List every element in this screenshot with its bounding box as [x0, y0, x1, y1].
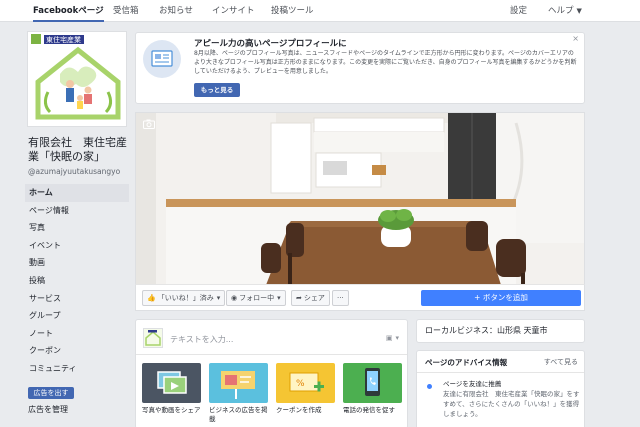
chevron-down-icon: ▾ — [395, 334, 399, 342]
tab-inbox[interactable]: 受信箱 — [113, 0, 139, 22]
billboard-icon — [209, 363, 268, 403]
post-composer: テキストを入力... ▣ ▾ 写真や動画をシェア ビジネスの広告を掲載 % クーポ… — [135, 319, 408, 427]
help-label: ヘルプ — [548, 6, 574, 16]
tile-label: 写真や動画をシェア — [142, 406, 201, 414]
see-more-button[interactable]: もっと見る — [194, 83, 240, 97]
cover-photo[interactable] — [135, 112, 585, 284]
page-avatar — [143, 328, 163, 348]
like-button[interactable]: 👍 「いいね！」済み ▾ — [142, 290, 226, 306]
tab-facebook-page[interactable]: Facebookページ — [33, 0, 104, 22]
tile-label: 電話の発信を促す — [343, 406, 395, 414]
house-logo-illustration: 東住宅産業 — [28, 32, 126, 126]
call-now-tile[interactable]: 電話の発信を促す — [343, 363, 402, 415]
sidebar-item-videos[interactable]: 動画 — [25, 254, 129, 272]
kitchen-cover-image — [136, 113, 584, 284]
sidebar-item-services[interactable]: サービス — [25, 290, 129, 308]
banner-title: アピール力の高いページプロフィールに — [194, 39, 347, 49]
sidebar-item-coupons[interactable]: クーポン — [25, 342, 129, 360]
tip-title: ページを友達に推薦 — [443, 380, 502, 388]
divider — [136, 354, 407, 355]
profile-update-banner: アピール力の高いページプロフィールに 8月以降、ページのプロフィール写真は、ニュ… — [135, 32, 585, 104]
more-options-button[interactable]: ··· — [332, 290, 349, 306]
manage-ads-link[interactable]: 広告を管理 — [28, 404, 68, 415]
page-icon: ▣ — [385, 334, 393, 342]
logo-text: 東住宅産業 — [46, 35, 81, 44]
sidebar-item-about[interactable]: ページ情報 — [25, 202, 129, 220]
divider — [417, 372, 584, 373]
tips-title: ページのアドバイス情報 — [425, 358, 508, 367]
sidebar-navigation: ホーム ページ情報 写真 イベント 動画 投稿 サービス グループ ノート クー… — [25, 184, 129, 378]
page-handle[interactable]: @azumajyuutakusangyo — [28, 167, 120, 176]
share-button[interactable]: ➦ シェア — [291, 290, 330, 306]
share-photo-video-tile[interactable]: 写真や動画をシェア — [142, 363, 201, 415]
chevron-down-icon: ▾ — [216, 294, 221, 302]
tab-insights[interactable]: インサイト — [212, 0, 255, 22]
sidebar-item-events[interactable]: イベント — [25, 237, 129, 255]
follow-button[interactable]: ◉ フォロー中 ▾ — [226, 290, 286, 306]
sidebar-item-groups[interactable]: グループ — [25, 307, 129, 325]
page-name[interactable]: 有限会社 東住宅産業「快眠の家」 — [28, 136, 132, 164]
local-business-info[interactable]: ローカルビジネス：山形県 天童市 — [416, 319, 585, 343]
chevron-down-icon: ▼ — [576, 7, 582, 15]
tip-bullet-icon — [427, 384, 432, 389]
sidebar-item-notes[interactable]: ノート — [25, 325, 129, 343]
thumbs-up-icon: 👍 — [147, 294, 156, 302]
share-icon: ➦ — [296, 294, 302, 302]
close-icon[interactable]: × — [572, 34, 579, 43]
follow-label: フォロー中 — [239, 294, 275, 302]
svg-text:%: % — [296, 379, 305, 389]
help-menu[interactable]: ヘルプ ▼ — [548, 0, 582, 22]
tip-invite-friends[interactable]: ページを友達に推薦 友達に有限会社 東住宅産業「快眠の家」をすすめて、さらにたく… — [443, 379, 581, 419]
page-action-bar: 👍 「いいね！」済み ▾ ◉ フォロー中 ▾ ➦ シェア ··· + ボタンを追加 — [135, 284, 585, 311]
coupon-icon: % — [276, 363, 335, 403]
add-button[interactable]: + ボタンを追加 — [421, 290, 581, 306]
chevron-down-icon: ▾ — [277, 294, 281, 302]
composer-input[interactable]: テキストを入力... — [170, 334, 233, 345]
audience-selector[interactable]: ▣ ▾ — [386, 334, 399, 342]
share-label: シェア — [303, 294, 325, 302]
tip-body: 友達に有限会社 東住宅産業「快眠の家」をすすめて、さらにたくさんの「いいね！」を… — [443, 390, 580, 418]
top-navigation: Facebookページ 受信箱 お知らせ インサイト 投稿ツール 設定 ヘルプ ▼ — [0, 0, 640, 22]
camera-icon[interactable] — [143, 119, 155, 131]
sidebar-item-community[interactable]: コミュニティ — [25, 360, 129, 378]
sidebar-item-photos[interactable]: 写真 — [25, 219, 129, 237]
tab-publishing-tools[interactable]: 投稿ツール — [271, 0, 314, 22]
photo-video-icon — [142, 363, 201, 403]
profile-preview-icon — [143, 40, 181, 78]
tile-label: クーポンを作成 — [276, 406, 322, 414]
phone-icon — [343, 363, 402, 403]
profile-picture[interactable]: 東住宅産業 — [27, 31, 127, 127]
tile-label: ビジネスの広告を掲載 — [209, 406, 268, 423]
tab-settings[interactable]: 設定 — [510, 0, 527, 22]
sidebar-item-home[interactable]: ホーム — [25, 184, 129, 202]
like-label: 「いいね！」済み — [157, 294, 214, 302]
tab-notifications[interactable]: お知らせ — [159, 0, 193, 22]
see-all-link[interactable]: すべて見る — [544, 357, 578, 367]
promote-button[interactable]: 広告を出す — [28, 387, 74, 399]
rss-icon: ◉ — [231, 294, 238, 302]
banner-body: 8月以降、ページのプロフィール写真は、ニュースフィードやページのタイムラインで正… — [194, 50, 577, 75]
promote-business-tile[interactable]: ビジネスの広告を掲載 — [209, 363, 268, 424]
create-coupon-tile[interactable]: % クーポンを作成 — [276, 363, 335, 415]
sidebar-item-posts[interactable]: 投稿 — [25, 272, 129, 290]
page-tips-panel: ページのアドバイス情報 すべて見る ページを友達に推薦 友達に有限会社 東住宅産… — [416, 350, 585, 427]
